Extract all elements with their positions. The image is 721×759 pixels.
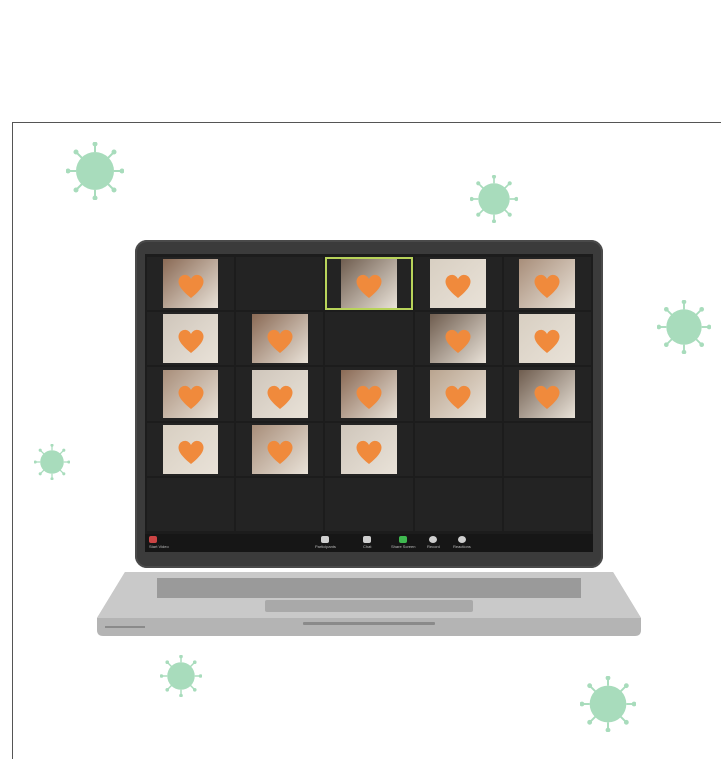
virus-icon [657,300,711,354]
heart-icon [534,275,560,299]
heart-icon [356,440,382,464]
video-tile[interactable] [325,422,413,476]
video-tile[interactable] [236,367,324,421]
video-tile[interactable] [503,312,591,366]
start-video-label: Start Video [149,544,169,549]
heart-icon [356,275,382,299]
share-screen-icon [399,536,408,543]
participants-label: Participants [315,544,336,549]
heart-icon [534,385,560,409]
video-camera-icon [149,536,157,543]
heart-icon [178,275,204,299]
start-video-button[interactable]: Start Video [149,536,169,549]
video-call-screen: Start Video Participants Chat Share Scre… [145,254,593,552]
heart-icon [267,440,293,464]
laptop-illustration: Start Video Participants Chat Share Scre… [95,240,643,650]
share-screen-label: Share Screen [391,544,416,549]
virus-icon [470,175,518,223]
virus-icon [580,676,636,732]
meeting-toolbar: Start Video Participants Chat Share Scre… [145,534,593,552]
video-tile[interactable] [414,312,502,366]
video-tile[interactable] [147,312,235,366]
heart-icon [178,330,204,354]
video-tile[interactable] [414,477,502,531]
virus-icon [66,142,124,200]
video-tile[interactable] [147,257,235,311]
laptop-keyboard-base [97,572,641,636]
record-button[interactable]: Record [427,536,440,549]
reactions-icon [457,536,466,543]
share-screen-button[interactable]: Share Screen [391,536,415,549]
heart-icon [267,385,293,409]
video-tile[interactable] [147,367,235,421]
video-tile[interactable] [236,312,324,366]
participants-button[interactable]: Participants [315,536,336,549]
heart-icon [445,275,471,299]
record-label: Record [427,544,440,549]
heart-icon [178,440,204,464]
heart-icon [534,330,560,354]
chat-icon [363,536,372,543]
video-tile[interactable] [503,257,591,311]
video-tile[interactable] [147,422,235,476]
heart-icon [445,330,471,354]
participants-icon [321,536,330,543]
video-tile[interactable] [236,477,324,531]
reactions-label: Reactions [453,544,471,549]
video-tile[interactable] [414,422,502,476]
heart-icon [356,385,382,409]
heart-icon [267,330,293,354]
video-tile[interactable] [147,477,235,531]
reactions-button[interactable]: Reactions [453,536,471,549]
heart-icon [445,385,471,409]
video-tile[interactable] [503,422,591,476]
video-tile[interactable] [325,477,413,531]
video-tile[interactable] [325,367,413,421]
record-icon [429,536,438,543]
video-tile[interactable] [503,477,591,531]
video-grid [147,257,591,531]
chat-button[interactable]: Chat [363,536,371,549]
video-tile[interactable] [325,312,413,366]
video-tile[interactable] [414,257,502,311]
video-tile[interactable] [325,257,413,311]
video-tile[interactable] [503,367,591,421]
virus-icon [160,655,202,697]
video-tile[interactable] [236,422,324,476]
virus-icon [34,444,70,480]
chat-label: Chat [363,544,372,549]
video-tile[interactable] [236,257,324,311]
video-tile[interactable] [414,367,502,421]
heart-icon [178,385,204,409]
